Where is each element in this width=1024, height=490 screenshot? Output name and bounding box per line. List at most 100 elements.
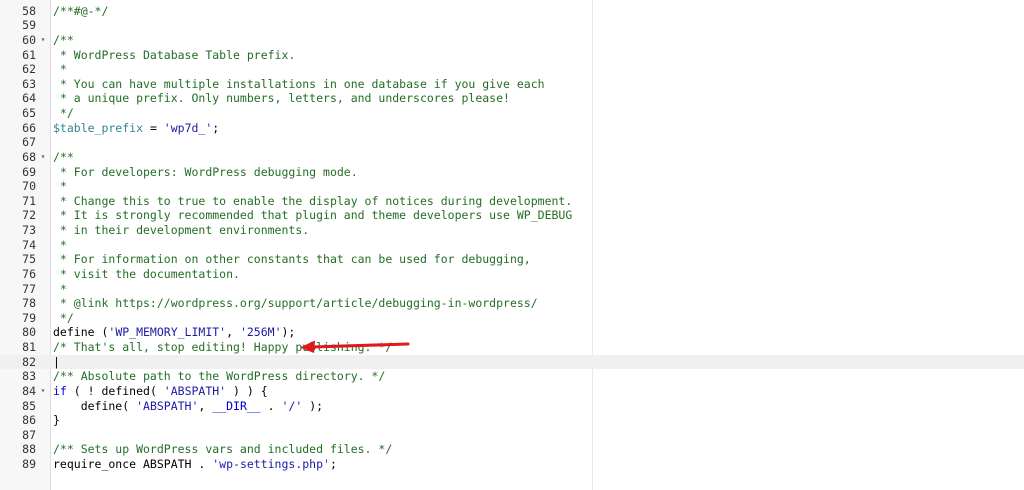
line-number: 59 (22, 18, 36, 33)
line-code[interactable]: */ (53, 106, 74, 121)
line-number: 78 (22, 296, 36, 311)
line-number: 75 (22, 252, 36, 267)
code-line[interactable]: 80 define ('WP_MEMORY_LIMIT', '256M'); (0, 325, 1024, 340)
line-number: 88 (22, 442, 36, 457)
code-line[interactable]: 82 | (0, 354, 1024, 370)
code-token: ( ! defined( (66, 383, 164, 398)
code-token: */ (53, 310, 74, 325)
line-number: 76 (22, 266, 36, 281)
code-line[interactable]: 84 ▾ if ( ! defined( 'ABSPATH' ) ) { (0, 384, 1024, 399)
line-code[interactable]: } (53, 413, 60, 428)
line-number: 82 (22, 354, 36, 369)
line-code[interactable]: define( 'ABSPATH', __DIR__ . '/' ); (53, 399, 323, 414)
code-line[interactable]: 73 * in their development environments. (0, 223, 1024, 238)
line-code[interactable]: * It is strongly recommended that plugin… (53, 208, 572, 223)
line-code[interactable]: | (53, 355, 60, 370)
code-line[interactable]: 65 */ (0, 106, 1024, 121)
fold-toggle-icon[interactable]: ▾ (38, 150, 48, 165)
code-line[interactable]: 71 * Change this to true to enable the d… (0, 194, 1024, 209)
code-token: if (53, 383, 67, 398)
code-line[interactable]: 75 * For information on other constants … (0, 252, 1024, 267)
line-code[interactable]: /** Sets up WordPress vars and included … (53, 442, 392, 457)
code-token: 'wp7d_' (163, 120, 213, 135)
code-line[interactable]: 78 * @link https://wordpress.org/support… (0, 296, 1024, 311)
code-line[interactable]: 61 * WordPress Database Table prefix. (0, 48, 1024, 63)
line-code[interactable]: /**#@-*/ (53, 4, 108, 19)
line-code[interactable]: require_once ABSPATH . 'wp-settings.php'… (53, 457, 337, 472)
line-number: 69 (22, 164, 36, 179)
code-token: ; (212, 120, 220, 135)
line-number: 62 (22, 62, 36, 77)
code-line[interactable]: 88 /** Sets up WordPress vars and include… (0, 442, 1024, 457)
code-line[interactable]: 67 (0, 135, 1024, 150)
code-token: __DIR__ (212, 398, 261, 413)
line-number: 74 (22, 237, 36, 252)
code-token: * For developers: WordPress debugging mo… (53, 164, 358, 179)
code-line[interactable]: 64 * a unique prefix. Only numbers, lett… (0, 91, 1024, 106)
line-code[interactable]: * a unique prefix. Only numbers, letters… (53, 91, 510, 106)
code-line[interactable]: 87 (0, 428, 1024, 443)
code-line[interactable]: 59 (0, 18, 1024, 33)
code-line[interactable]: 83 /** Absolute path to the WordPress dir… (0, 369, 1024, 384)
fold-toggle-icon[interactable]: ▾ (38, 33, 48, 48)
code-token: '256M' (239, 325, 282, 340)
line-code[interactable]: * (53, 282, 67, 297)
code-token: * (53, 62, 67, 77)
code-token: $table_prefix (53, 120, 144, 135)
code-token: * WordPress Database Table prefix. (53, 47, 296, 62)
line-code[interactable]: /** (53, 150, 74, 165)
code-token: ; (329, 457, 337, 471)
code-line[interactable]: 86} (0, 413, 1024, 428)
fold-toggle-icon[interactable]: ▾ (38, 384, 48, 399)
code-editor[interactable]: 5758/**#@-*/5960▾/**61 * WordPress Datab… (0, 0, 1024, 490)
code-token: , (226, 325, 240, 340)
line-code[interactable]: */ (53, 311, 74, 326)
line-code[interactable]: * For information on other constants tha… (53, 252, 531, 267)
code-token: , (198, 398, 213, 413)
code-token: 'wp-settings.php' (212, 457, 330, 471)
line-code[interactable]: /** (53, 33, 74, 48)
line-number: 72 (22, 208, 36, 223)
line-number: 71 (22, 193, 36, 208)
line-code[interactable]: * (53, 238, 67, 253)
code-token: define( (53, 398, 137, 413)
code-line[interactable]: 79 */ (0, 311, 1024, 326)
line-number: 60 (22, 32, 36, 47)
code-line[interactable]: 60 ▾ /** (0, 33, 1024, 48)
code-line[interactable]: 77 * (0, 282, 1024, 297)
line-code[interactable]: * in their development environments. (53, 223, 309, 238)
code-line[interactable]: 63 * You can have multiple installations… (0, 77, 1024, 92)
line-code[interactable]: * @link https://wordpress.org/support/ar… (53, 296, 538, 311)
line-number: 67 (22, 135, 36, 150)
line-code[interactable]: * visit the documentation. (53, 267, 240, 282)
line-code[interactable]: * Change this to true to enable the disp… (53, 194, 572, 209)
code-line[interactable]: 89 require_once ABSPATH . 'wp-settings.ph… (0, 457, 1024, 472)
code-token: . (260, 398, 282, 413)
code-line[interactable]: 74 * (0, 238, 1024, 253)
line-code[interactable]: * You can have multiple installations in… (53, 77, 545, 92)
code-line[interactable]: 76 * visit the documentation. (0, 267, 1024, 282)
code-line[interactable]: 72 * It is strongly recommended that plu… (0, 208, 1024, 223)
code-token: * For information on other constants tha… (53, 252, 531, 267)
code-line[interactable]: 66 $table_prefix = 'wp7d_'; (0, 121, 1024, 136)
line-code[interactable]: define ('WP_MEMORY_LIMIT', '256M'); (53, 325, 295, 340)
line-code[interactable]: * For developers: WordPress debugging mo… (53, 165, 358, 180)
code-line[interactable]: 69 * For developers: WordPress debugging… (0, 165, 1024, 180)
code-line[interactable]: 58 /**#@-*/ (0, 4, 1024, 19)
code-line[interactable]: 85 define( 'ABSPATH', __DIR__ . '/' ); (0, 399, 1024, 414)
code-line[interactable]: 68 ▾ /** (0, 150, 1024, 165)
code-token: * (53, 281, 67, 296)
code-line[interactable]: 62 * (0, 62, 1024, 77)
code-line[interactable]: 81/* That's all, stop editing! Happy pub… (0, 340, 1024, 355)
line-number: 63 (22, 76, 36, 91)
code-token: require_once ABSPATH . (53, 457, 213, 471)
line-code[interactable]: if ( ! defined( 'ABSPATH' ) ) { (53, 384, 268, 399)
line-code[interactable]: * (53, 62, 67, 77)
line-number: 66 (22, 120, 36, 135)
line-code[interactable]: * WordPress Database Table prefix. (53, 48, 295, 63)
code-line[interactable]: 70 * (0, 179, 1024, 194)
line-code[interactable]: * (53, 179, 67, 194)
line-code[interactable]: /** Absolute path to the WordPress direc… (53, 369, 385, 384)
code-lines[interactable]: 5758/**#@-*/5960▾/**61 * WordPress Datab… (0, 0, 1024, 472)
line-code[interactable]: $table_prefix = 'wp7d_'; (53, 121, 219, 136)
